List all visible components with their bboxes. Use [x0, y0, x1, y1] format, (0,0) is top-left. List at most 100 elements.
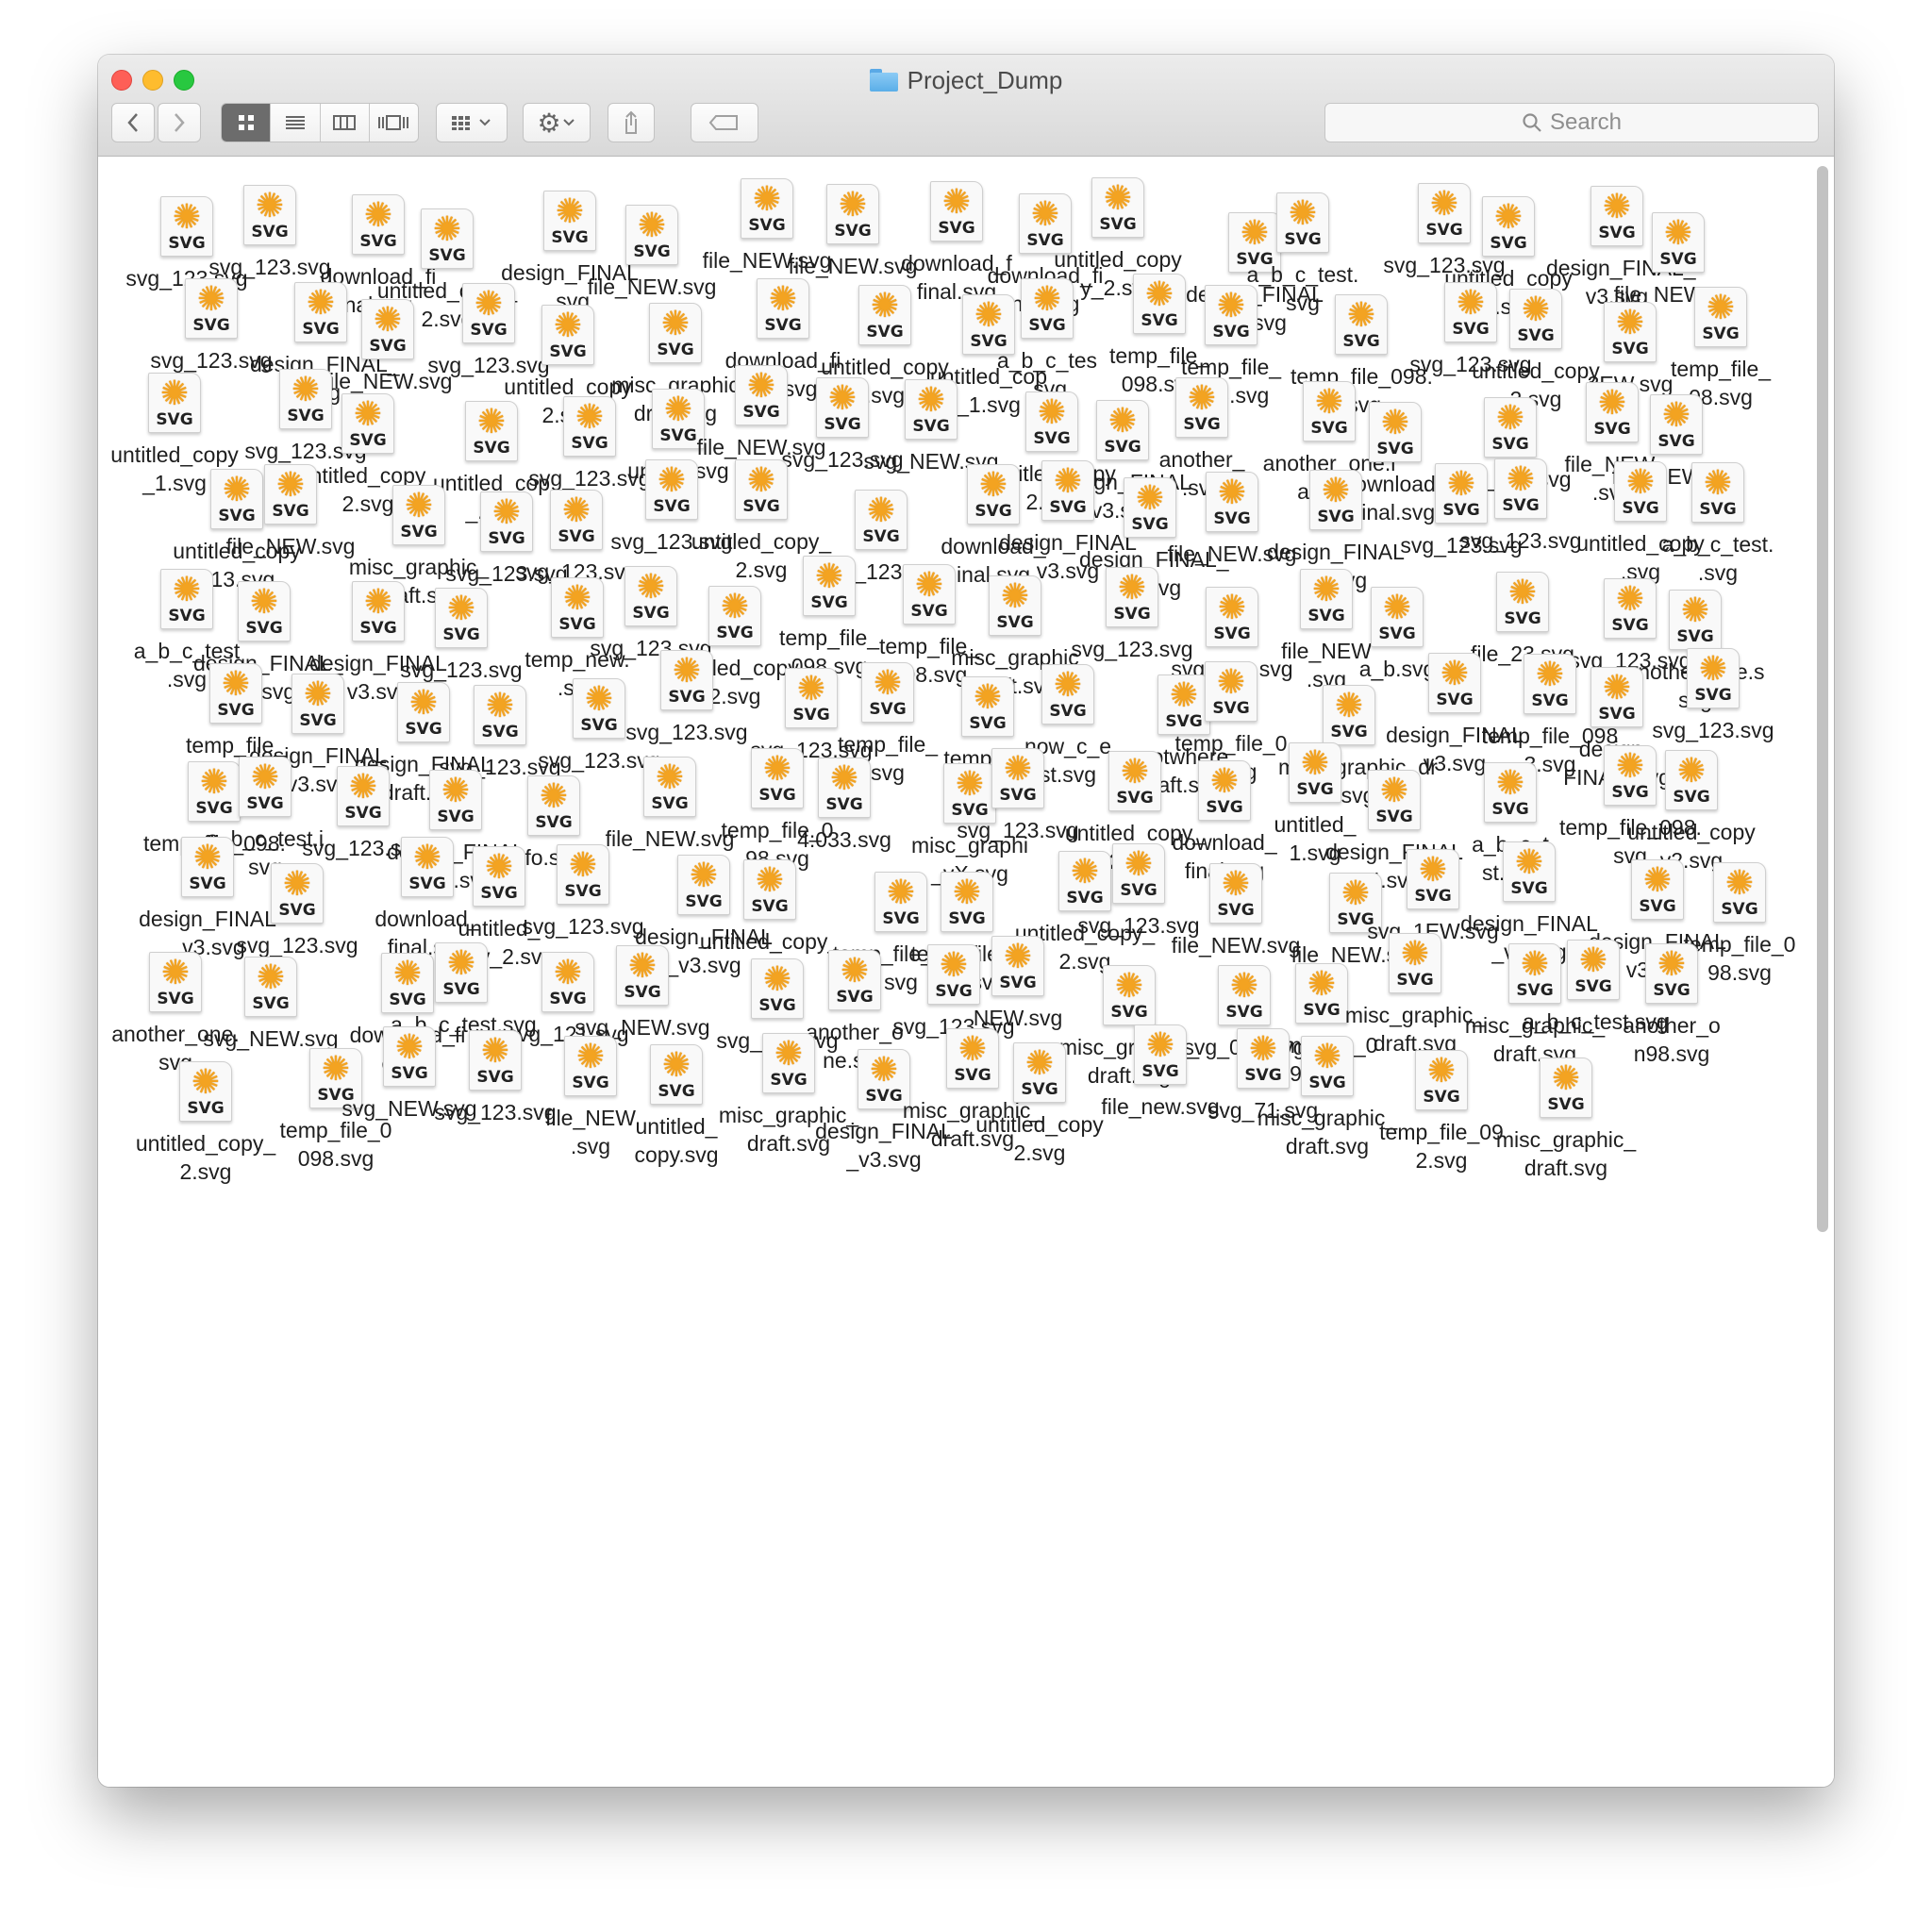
svg-file-icon: ✺ SVG	[1694, 287, 1747, 347]
svg-file-icon: ✺ SVG	[238, 581, 291, 641]
group-by-button[interactable]	[436, 103, 508, 142]
svg-badge-label: SVG	[1611, 340, 1649, 358]
svg-file-icon: ✺ SVG	[1665, 750, 1718, 810]
search-placeholder: Search	[1549, 109, 1623, 135]
back-button[interactable]	[111, 103, 155, 142]
svg-badge-icon: ✺	[663, 390, 693, 428]
file-item[interactable]: ✺SVG untitled_copy_ 2.svg	[135, 1061, 276, 1186]
svg-badge-label: SVG	[1021, 1080, 1058, 1099]
svg-badge-icon: ✺	[555, 192, 585, 230]
svg-badge-icon: ✺	[1507, 573, 1538, 611]
svg-file-icon: ✺ SVG	[616, 945, 669, 1006]
svg-file-icon: ✺ SVG	[1484, 397, 1537, 458]
svg-badge-label: SVG	[1504, 609, 1541, 628]
list-view-button[interactable]	[271, 104, 321, 142]
svg-badge-icon: ✺	[553, 306, 583, 344]
svg-badge-icon: ✺	[627, 946, 658, 985]
svg-badge-label: SVG	[912, 417, 950, 436]
svg-badge-icon: ✺	[353, 394, 383, 433]
svg-badge-icon: ✺	[480, 1031, 510, 1070]
svg-file-icon: ✺ SVG	[469, 1030, 522, 1091]
finder-window: Project_Dump ⚙ Search ✺ SVG ✺ SVG svg_12…	[98, 55, 1834, 1787]
svg-badge-label: SVG	[633, 242, 671, 261]
svg-file-icon: ✺ SVG	[1591, 667, 1643, 727]
svg-badge-label: SVG	[187, 1099, 225, 1118]
svg-file-icon: ✺ SVG	[1407, 849, 1459, 909]
file-item[interactable]: ✺SVGsvg_123.svg	[226, 863, 368, 959]
svg-badge-icon: ✺	[282, 864, 312, 903]
column-view-icon	[333, 115, 357, 130]
svg-badge-icon: ✺	[768, 279, 798, 318]
svg-badge-icon: ✺	[660, 304, 691, 342]
svg-badge-icon: ✺	[363, 582, 393, 621]
svg-badge-label: SVG	[1436, 691, 1474, 709]
svg-badge-icon: ✺	[1114, 966, 1144, 1005]
svg-badge-icon: ✺	[1680, 591, 1710, 629]
file-item[interactable]: ✺ SVG svg_NEW.svg	[572, 945, 713, 1041]
search-field[interactable]: Search	[1324, 103, 1819, 142]
svg-badge-icon: ✺	[1400, 934, 1430, 973]
file-icon-grid: ✺SVGsvg_123.svg✺SVGsvg_123.svg✺SVGdownlo…	[98, 157, 1834, 1787]
svg-badge-icon: ✺	[1551, 1058, 1581, 1097]
file-item[interactable]: ✺SVGsvg_123.svg	[1642, 648, 1784, 744]
column-view-button[interactable]	[320, 104, 370, 142]
svg-file-icon: ✺ SVG	[1509, 289, 1562, 349]
svg-badge-icon: ✺	[159, 374, 190, 412]
svg-file-icon: ✺ SVG	[1389, 933, 1441, 993]
file-item[interactable]: ✺ SVG untitled_copy v2.svg	[1621, 750, 1762, 874]
svg-file-icon: ✺ SVG	[1041, 664, 1094, 724]
svg-file-icon: ✺ SVG	[1428, 653, 1481, 713]
svg-badge-icon: ✺	[1209, 761, 1240, 800]
svg-badge-icon: ✺	[840, 951, 870, 990]
svg-badge-icon: ✺	[873, 663, 903, 702]
file-item[interactable]: ✺ SVG file_NEW.svg	[220, 464, 361, 560]
share-button[interactable]	[608, 103, 655, 142]
svg-badge-icon: ✺	[916, 380, 946, 419]
forward-button[interactable]	[158, 103, 201, 142]
action-button[interactable]: ⚙	[523, 103, 591, 142]
svg-badge-label: SVG	[1308, 1074, 1346, 1092]
file-item[interactable]: ✺ SVG another_o n98.svg	[1601, 943, 1742, 1068]
svg-file-icon: ✺ SVG	[557, 844, 609, 905]
svg-badge-icon: ✺	[1426, 1051, 1457, 1090]
svg-badge-label: SVG	[251, 223, 289, 242]
svg-file-icon: ✺ SVG	[271, 863, 324, 924]
svg-badge-icon: ✺	[1698, 649, 1728, 688]
view-switcher	[221, 103, 419, 142]
svg-badge-label: SVG	[624, 983, 661, 1002]
svg-badge-label: SVG	[272, 502, 309, 521]
vertical-scrollbar[interactable]	[1817, 166, 1828, 1232]
window-title-text: Project_Dump	[907, 65, 1063, 94]
tags-button[interactable]	[691, 103, 758, 142]
svg-badge-icon: ✺	[539, 776, 569, 815]
svg-file-icon: ✺ SVG	[1652, 212, 1705, 273]
svg-badge-label: SVG	[825, 795, 863, 814]
svg-badge-label: SVG	[1653, 981, 1690, 1000]
file-item[interactable]: ✺ SVG misc_graphic_ draft.svg	[1495, 1058, 1637, 1182]
svg-file-icon: ✺ SVG	[1415, 1050, 1468, 1110]
svg-file-icon: ✺ SVG	[1540, 1058, 1592, 1118]
svg-file-icon: ✺ SVG	[858, 285, 911, 345]
file-item[interactable]: ✺SVGsvg_123.svg	[616, 650, 758, 746]
file-item[interactable]: ✺ SVG temp_file_09 2.svg	[1371, 1050, 1512, 1174]
svg-file-icon: ✺ SVG	[541, 305, 594, 365]
svg-badge-icon: ✺	[655, 758, 685, 796]
svg-badge-icon: ✺	[255, 186, 285, 225]
svg-badge-icon: ✺	[1724, 863, 1755, 902]
svg-file-icon: ✺ SVG	[1669, 590, 1722, 650]
svg-badge-label: SVG	[1213, 625, 1251, 643]
file-name: file_NEW.svg	[225, 534, 356, 558]
svg-badge-label: SVG	[1657, 432, 1695, 451]
file-item[interactable]: ✺ SVG svg_NEW.svg	[200, 957, 341, 1053]
file-item[interactable]: ✺ SVG 4:033.svg	[774, 758, 915, 854]
gallery-view-button[interactable]	[369, 104, 418, 142]
icon-view-button[interactable]	[222, 104, 272, 142]
svg-badge-icon: ✺	[866, 491, 896, 529]
svg-badge-icon: ✺	[1032, 279, 1062, 318]
svg-file-icon: ✺ SVG	[1106, 567, 1158, 627]
file-item[interactable]: ✺ SVG a_b_c_test. .svg	[1647, 462, 1789, 587]
svg-file-icon: ✺ SVG	[1309, 470, 1362, 530]
svg-badge-icon: ✺	[1053, 665, 1083, 704]
svg-file-icon: ✺ SVG	[1323, 685, 1375, 745]
svg-badge-icon: ✺	[1216, 286, 1246, 325]
